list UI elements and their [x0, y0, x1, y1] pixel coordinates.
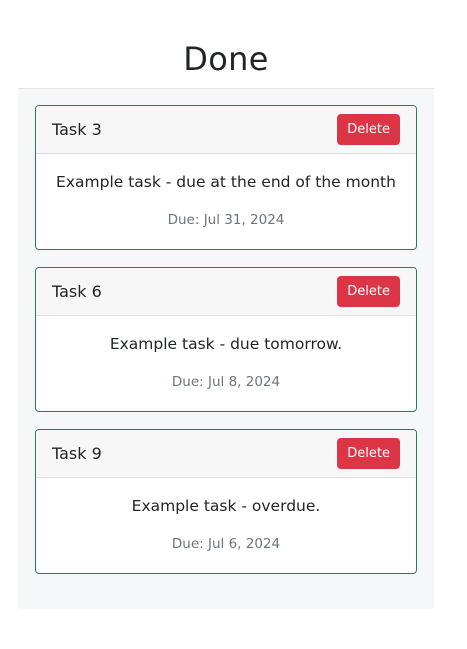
- task-card-body: Example task - due at the end of the mon…: [36, 173, 416, 228]
- task-card-body: Example task - due tomorrow. Due: Jul 8,…: [36, 335, 416, 390]
- task-card-header: Task 9 Delete: [36, 430, 416, 478]
- delete-button[interactable]: Delete: [337, 276, 400, 307]
- column-title: Done: [183, 40, 269, 78]
- delete-button[interactable]: Delete: [337, 114, 400, 145]
- done-column: Done Task 3 Delete Example task - due at…: [18, 30, 434, 609]
- task-card-header: Task 6 Delete: [36, 268, 416, 316]
- task-description: Example task - overdue.: [131, 497, 321, 515]
- task-due-date: Due: Jul 6, 2024: [171, 536, 281, 552]
- task-card-header: Task 3 Delete: [36, 106, 416, 154]
- delete-button[interactable]: Delete: [337, 438, 400, 469]
- task-description: Example task - due at the end of the mon…: [56, 173, 396, 191]
- task-due-date: Due: Jul 31, 2024: [167, 212, 285, 228]
- task-due-date: Due: Jul 8, 2024: [171, 374, 281, 390]
- task-description: Example task - due tomorrow.: [109, 335, 343, 353]
- task-title: Task 6: [52, 282, 102, 301]
- task-title: Task 9: [52, 444, 102, 463]
- task-card: Task 6 Delete Example task - due tomorro…: [35, 267, 417, 412]
- task-card: Task 9 Delete Example task - overdue. Du…: [35, 429, 417, 574]
- task-title: Task 3: [52, 120, 102, 139]
- task-card: Task 3 Delete Example task - due at the …: [35, 105, 417, 250]
- task-card-body: Example task - overdue. Due: Jul 6, 2024: [36, 497, 416, 552]
- column-header: Done: [18, 30, 434, 89]
